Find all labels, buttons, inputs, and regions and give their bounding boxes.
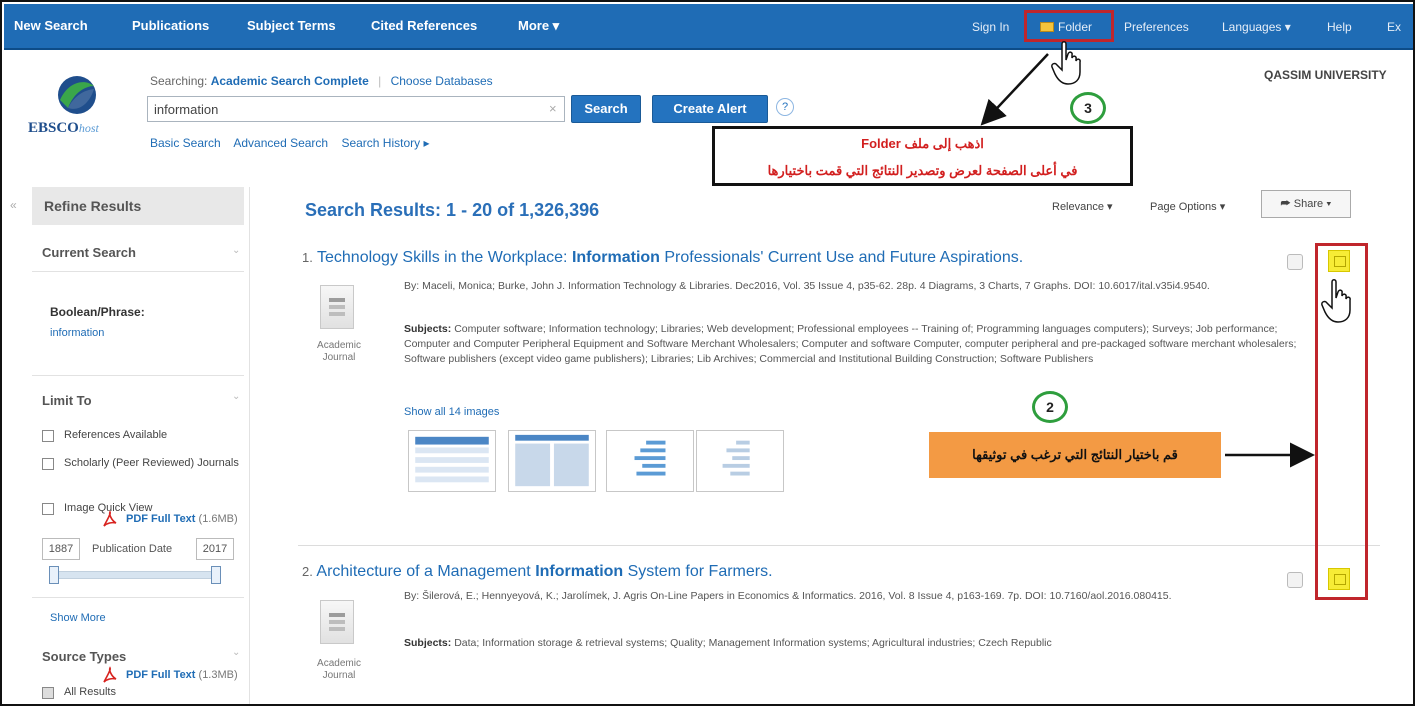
step-3-circle: 3 [1070,92,1106,124]
instruction-box: اذهب إلى ملف Folder في أعلى الصفحة لعرض … [712,126,1133,186]
hand-cursor-icon [1321,279,1351,323]
screenshot-frame: New Search Publications Subject Terms Ci… [0,0,1415,706]
annotation-arrows [980,53,1315,468]
arrow-to-folder-box [980,53,1049,126]
instruction-line-2: في أعلى الصفحة لعرض وتصدير النتائج التي … [767,163,1078,178]
hand-cursor-icon [1051,41,1081,85]
step-2-circle: 2 [1032,391,1068,423]
select-results-note: قم باختيار النتائج التي ترغب في توثيقها [929,432,1221,478]
instruction-line-1: اذهب إلى ملف Folder [861,136,984,151]
